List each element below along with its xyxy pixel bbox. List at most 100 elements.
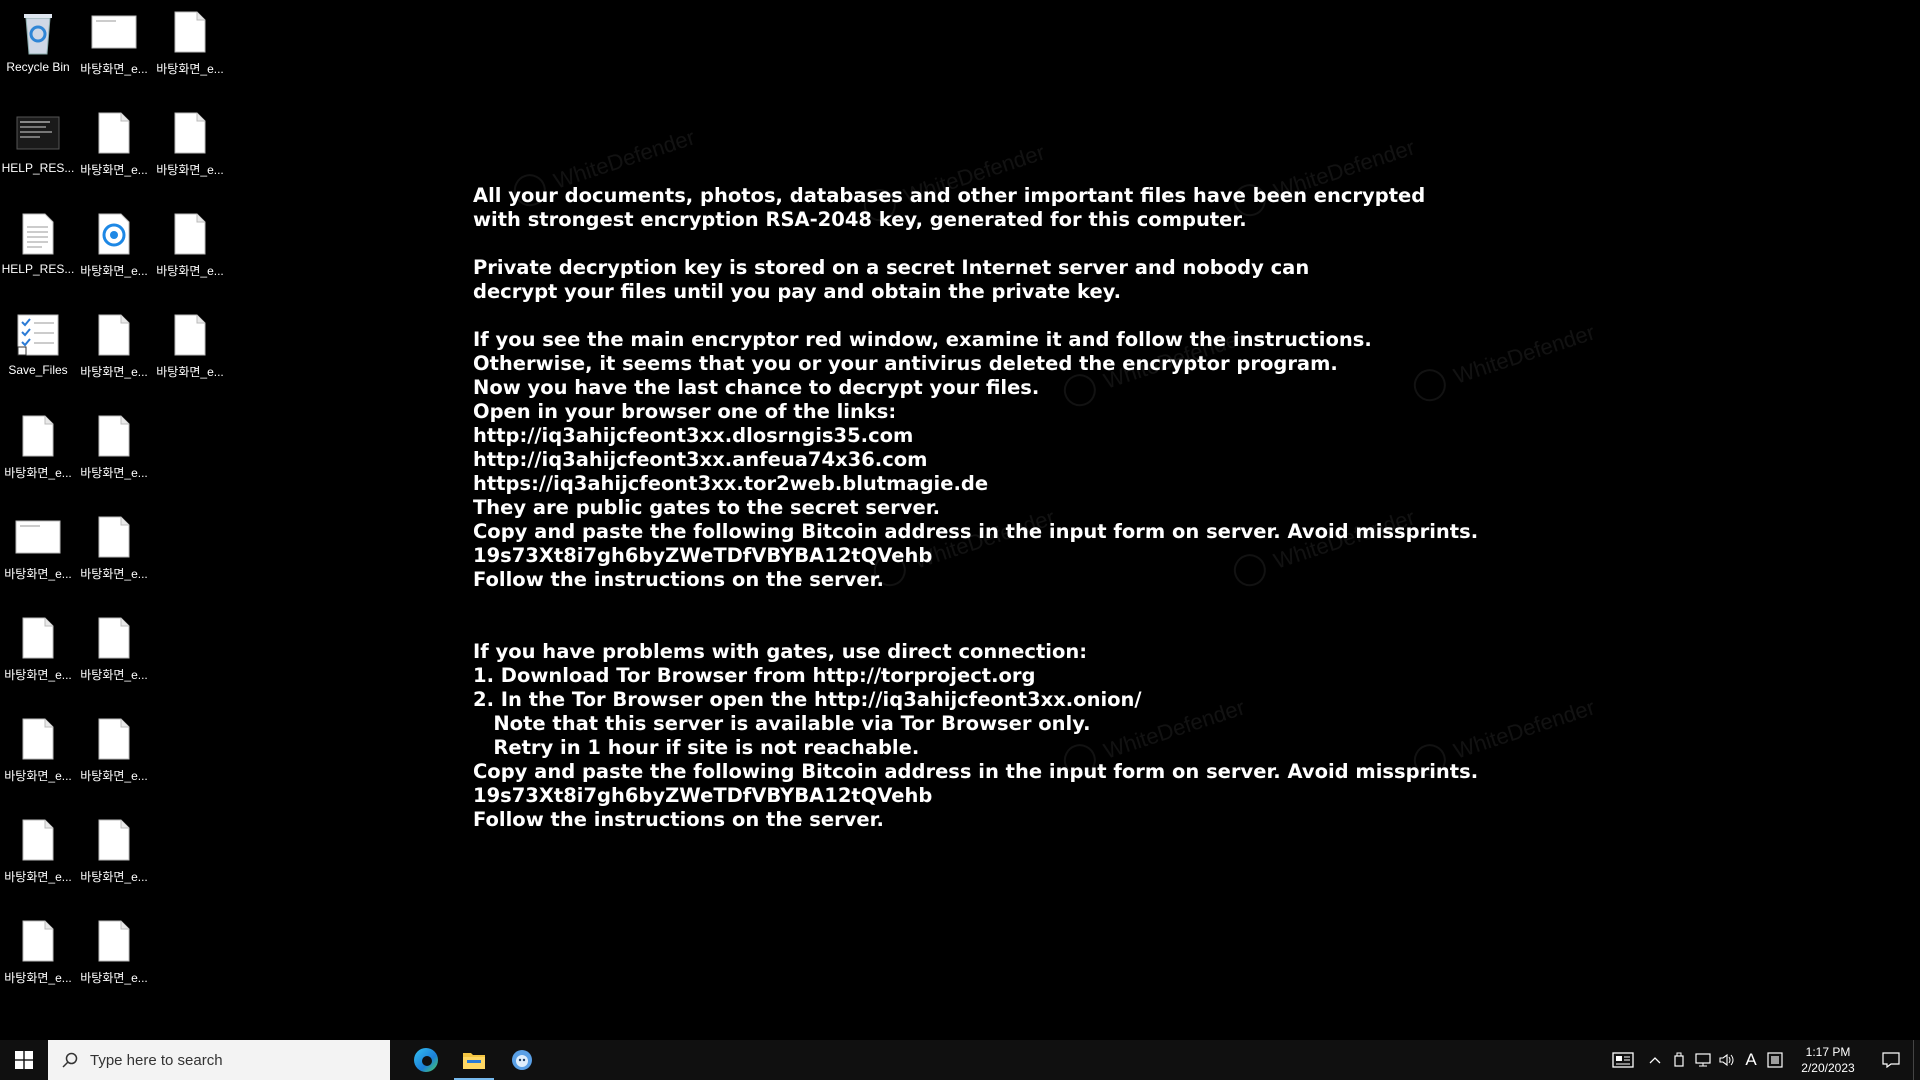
show-hidden-icons-button[interactable] [1643,1040,1667,1080]
note-line: 1. Download Tor Browser from http://torp… [473,664,1036,687]
search-icon [62,1052,78,1068]
blank-file-icon [174,11,206,53]
desktop-icon-label: 바탕화면_e... [4,971,72,985]
blank-file-icon [98,920,130,962]
taskbar-file-explorer-button[interactable] [450,1040,498,1080]
desktop-icon[interactable]: 바탕화면_e... [0,707,76,803]
note-line [473,304,1473,328]
checklist-file-icon [17,314,59,356]
desktop-icon-glyph [166,107,214,159]
desktop-icon[interactable]: 바탕화면_e... [0,404,76,500]
desktop-icon[interactable]: 바탕화면_e... [76,202,152,298]
note-line: Copy and paste the following Bitcoin add… [473,520,1479,543]
desktop-icon[interactable]: 바탕화면_e... [76,707,152,803]
blank-file-icon [98,718,130,760]
desktop-icon-glyph [90,612,138,664]
desktop-icon-label: 바탕화면_e... [4,668,72,682]
desktop-icon[interactable]: 바탕화면_e... [76,909,152,1005]
desktop-icon-glyph [14,6,62,58]
note-line: http://iq3ahijcfeont3xx.anfeua74x36.com [473,448,928,471]
windows-logo-icon [15,1051,33,1069]
ime-indicator[interactable]: A [1739,1040,1763,1080]
note-line: Now you have the last chance to decrypt … [473,376,1040,399]
taskbar: A 1:17 PM 2/20/2023 [0,1040,1920,1080]
desktop-icon[interactable]: 바탕화면_e... [76,303,152,399]
desktop-icon-glyph [90,107,138,159]
desktop-icon-glyph [166,6,214,58]
speaker-icon [1719,1053,1734,1067]
desktop-icon[interactable]: HELP_RES... [0,101,76,197]
desktop-icon[interactable]: 바탕화면_e... [0,909,76,1005]
blank-file-icon [174,213,206,255]
desktop-icon[interactable]: 바탕화면_e... [76,505,152,601]
desktop-icon[interactable]: 바탕화면_e... [76,0,152,96]
taskbar-edge-button[interactable] [402,1040,450,1080]
image-file-icon [91,15,137,49]
usb-tray-button[interactable] [1667,1040,1691,1080]
desktop-icon[interactable]: HELP_RES... [0,202,76,298]
desktop-icon[interactable]: 바탕화면_e... [0,606,76,702]
desktop-icon[interactable]: 바탕화면_e... [76,808,152,904]
recycle-bin-icon [24,14,52,55]
desktop-icon[interactable]: 바탕화면_e... [152,303,228,399]
desktop-icon-label: 바탕화면_e... [156,264,224,278]
network-button[interactable] [1691,1040,1715,1080]
desktop-icon[interactable]: 바탕화면_e... [0,808,76,904]
desktop-icon[interactable]: 바탕화면_e... [76,101,152,197]
desktop-icon[interactable]: 바탕화면_e... [76,404,152,500]
blank-file-icon [98,112,130,154]
desktop-icon[interactable]: 바탕화면_e... [152,101,228,197]
desktop-icon-label: HELP_RES... [1,262,75,276]
desktop-icon-glyph [14,814,62,866]
desktop-icon-label: 바탕화면_e... [80,163,148,177]
desktop-icon-glyph [14,410,62,462]
desktop-icon-glyph [90,915,138,967]
desktop-icon[interactable]: 바탕화면_e... [152,0,228,96]
desktop-icon[interactable]: 바탕화면_e... [76,606,152,702]
notifications-button[interactable] [1869,1040,1913,1080]
ime-mode-button[interactable] [1763,1040,1787,1080]
volume-button[interactable] [1715,1040,1739,1080]
desktop-icon-glyph [166,309,214,361]
desktop-icon-glyph [90,6,138,58]
start-button[interactable] [0,1040,48,1080]
desktop-icon-glyph [90,309,138,361]
blank-file-icon [22,415,54,457]
desktop-icon-label: HELP_RES... [1,161,75,175]
note-line: If you see the main encryptor red window… [473,328,1372,351]
desktop-icon-glyph [90,511,138,563]
search-input[interactable] [88,1050,372,1070]
note-line: Follow the instructions on the server. [473,808,884,831]
blank-file-icon [98,516,130,558]
desktop-icon[interactable]: Recycle Bin [0,0,76,96]
blue-app-file-icon [98,213,130,255]
note-line: http://iq3ahijcfeont3xx.dlosrngis35.com [473,424,914,447]
note-line: All your documents, photos, databases an… [473,184,1426,207]
note-line: 2. In the Tor Browser open the http://iq… [473,688,1142,711]
desktop-icon[interactable]: 바탕화면_e... [152,202,228,298]
show-desktop-button[interactable] [1913,1040,1920,1080]
image-file-icon [15,520,61,554]
note-line: with strongest encryption RSA-2048 key, … [473,208,1247,231]
desktop-icon-label: 바탕화면_e... [4,870,72,884]
blank-file-icon [98,617,130,659]
desktop-icon[interactable]: 바탕화면_e... [0,505,76,601]
clock[interactable]: 1:17 PM 2/20/2023 [1787,1040,1869,1080]
desktop-icon-label: 바탕화면_e... [80,264,148,278]
blank-file-icon [98,314,130,356]
chevron-up-icon [1649,1057,1661,1064]
taskbar-app-button[interactable] [498,1040,546,1080]
note-line [473,232,1473,256]
notification-icon [1882,1052,1900,1068]
taskbar-search[interactable] [48,1040,390,1080]
news-widget-button[interactable] [1603,1040,1643,1080]
html-file-icon [16,116,60,150]
network-icon [1695,1053,1711,1067]
desktop-icon-glyph [90,713,138,765]
folder-icon [463,1053,485,1069]
note-line: They are public gates to the secret serv… [473,496,940,519]
desktop-icon[interactable]: Save_Files [0,303,76,399]
note-line: decrypt your files until you pay and obt… [473,280,1121,303]
note-line: Private decryption key is stored on a se… [473,256,1310,279]
edge-icon [414,1048,438,1072]
